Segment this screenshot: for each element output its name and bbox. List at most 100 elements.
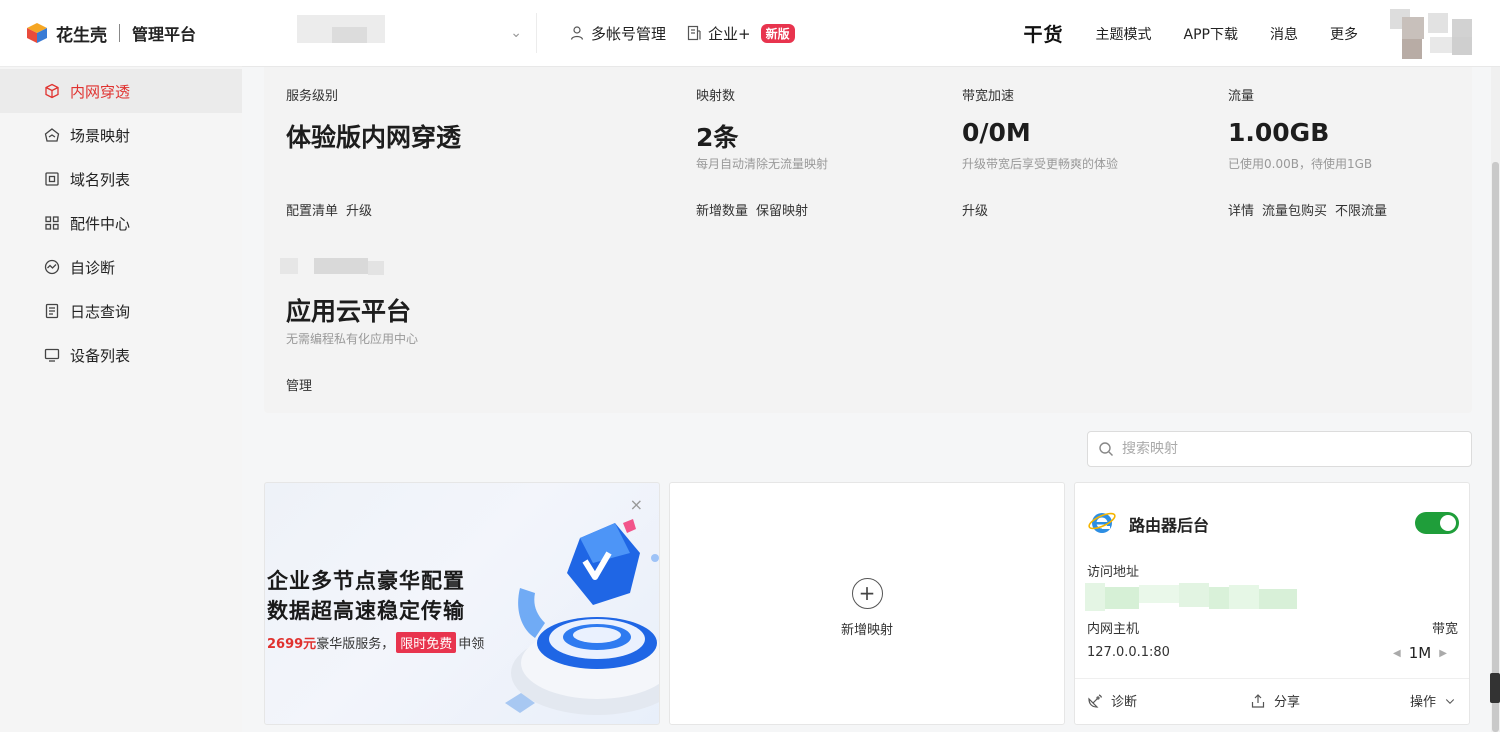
chevron-down-icon [1445, 698, 1455, 704]
bandwidth-value: 1M [1408, 644, 1432, 662]
theme-mode-link[interactable]: 主题模式 [1096, 24, 1152, 44]
mapping-search-box[interactable] [1087, 431, 1472, 467]
share-upload-icon [1251, 693, 1265, 708]
scrollbar-thumb[interactable] [1492, 162, 1499, 732]
account-name-redacted-part [332, 27, 367, 43]
promo-text: 豪华版服务， [316, 637, 395, 652]
shield-pedestal-illustration [505, 519, 659, 715]
avatar[interactable] [1390, 8, 1472, 59]
bandwidth-value: 0/0M [962, 118, 1031, 147]
toggle-knob [1440, 515, 1456, 531]
mapping-enable-toggle[interactable] [1415, 512, 1459, 534]
redacted-label [280, 258, 298, 274]
chevron-down-icon: ⌄ [510, 25, 522, 41]
search-input[interactable] [1122, 441, 1452, 457]
brand-name: 花生壳 [56, 25, 107, 46]
mapping-count-value: 2条 [696, 123, 739, 152]
sidebar-item-label: 配件中心 [70, 214, 131, 233]
access-address-redacted[interactable] [1085, 583, 1297, 611]
multi-account-label: 多帐号管理 [591, 24, 667, 43]
promo-headline-2: 数据超高速稳定传输 [267, 599, 465, 623]
diagnose-icon [44, 259, 60, 275]
sidebar-item-label: 自诊断 [70, 258, 116, 277]
user-icon [570, 26, 584, 40]
new-version-badge: 新版 [760, 23, 795, 43]
ganhuo-link[interactable]: 干货 [1024, 20, 1064, 47]
enterprise-label: 企业+ [708, 24, 751, 43]
sidebar-item-diagnose[interactable]: 自诊断 [0, 245, 242, 289]
service-level-label: 服务级别 [286, 89, 339, 104]
cube-icon [44, 83, 60, 99]
manage-link[interactable]: 管理 [286, 375, 312, 394]
upgrade-service-link[interactable]: 升级 [346, 200, 372, 219]
sidebar-nav: 内网穿透 场景映射 域名列表 配件中心 自诊断 日志查询 设备列表 [0, 67, 242, 377]
triangle-right-icon[interactable]: ▶ [1439, 648, 1447, 659]
grid-icon [44, 215, 60, 231]
intranet-host-label: 内网主机 [1087, 622, 1140, 637]
add-quantity-link[interactable]: 新增数量 [696, 200, 748, 219]
diagnose-label: 诊断 [1111, 695, 1138, 710]
bandwidth-label: 带宽 [1432, 622, 1459, 637]
config-list-link[interactable]: 配置清单 [286, 200, 338, 219]
brand-divider [119, 24, 120, 42]
sidebar-item-label: 场景映射 [70, 126, 131, 145]
bandwidth-stepper: ◀ 1M ▶ [1393, 644, 1447, 662]
sidebar-item-logs[interactable]: 日志查询 [0, 289, 242, 333]
sidebar-item-domains[interactable]: 域名列表 [0, 157, 242, 201]
traffic-actions: 详情 流量包购买 不限流量 [1228, 200, 1387, 219]
service-level-value: 体验版内网穿透 [286, 123, 462, 152]
page-scrollbar[interactable] [1491, 67, 1500, 732]
satellite-dish-icon [1088, 693, 1103, 708]
promo-banner[interactable]: × 企业多节点豪华配置 数据超高速稳定传输 2699元 豪华版服务， 限时免费 … [264, 482, 660, 725]
sidebar-item-scene[interactable]: 场景映射 [0, 113, 242, 157]
sidebar-item-devices[interactable]: 设备列表 [0, 333, 242, 377]
intranet-host-value: 127.0.0.1:80 [1087, 645, 1170, 660]
app-download-link[interactable]: APP下载 [1184, 24, 1238, 44]
more-link[interactable]: 更多 [1330, 24, 1358, 44]
sidebar: 花生壳 管理平台 内网穿透 场景映射 域名列表 配件中心 自诊断 日志查询 设备… [0, 0, 242, 732]
keep-mapping-link[interactable]: 保留映射 [756, 200, 808, 219]
search-icon [1099, 442, 1113, 456]
sidebar-item-intranet[interactable]: 内网穿透 [0, 69, 242, 113]
service-level-actions: 配置清单 升级 [286, 200, 372, 219]
mapping-count-actions: 新增数量 保留映射 [696, 200, 808, 219]
promo-headline-1: 企业多节点豪华配置 [267, 569, 465, 593]
close-icon[interactable]: × [630, 495, 643, 514]
sidebar-item-label: 设备列表 [70, 346, 131, 365]
traffic-details-link[interactable]: 详情 [1228, 200, 1254, 219]
house-icon [44, 127, 60, 143]
buy-traffic-pack-link[interactable]: 流量包购买 [1262, 200, 1327, 219]
sidebar-item-label: 域名列表 [70, 170, 131, 189]
top-right-links: 干货 主题模式 APP下载 消息 更多 [1024, 0, 1500, 67]
traffic-label: 流量 [1228, 89, 1255, 104]
peanut-cube-logo-icon [27, 23, 47, 43]
bandwidth-note: 升级带宽后享受更畅爽的体验 [962, 157, 1119, 171]
cloud-platform-value: 应用云平台 [286, 297, 412, 326]
building-icon [687, 25, 701, 41]
upgrade-bandwidth-link[interactable]: 升级 [962, 200, 988, 219]
mapping-count-note: 每月自动清除无流量映射 [696, 157, 829, 171]
account-selector[interactable]: ⌄ [262, 13, 537, 53]
side-handle[interactable] [1490, 673, 1500, 703]
brand-subtitle: 管理平台 [132, 25, 197, 44]
sidebar-item-label: 内网穿透 [70, 82, 131, 101]
log-icon [44, 303, 60, 319]
logo-area[interactable]: 花生壳 管理平台 [0, 0, 242, 67]
sidebar-item-accessories[interactable]: 配件中心 [0, 201, 242, 245]
promo-tag: 限时免费 [396, 632, 457, 653]
share-button[interactable]: 分享 [1250, 691, 1300, 710]
mapping-title: 路由器后台 [1129, 516, 1210, 535]
plus-icon: + [851, 577, 883, 609]
top-bar: ⌄ 多帐号管理 企业+ 新版 干货 主题模式 APP下载 消息 更多 [242, 0, 1500, 67]
add-mapping-card[interactable]: + 新增映射 [669, 482, 1065, 725]
operate-dropdown[interactable]: 操作 [1410, 691, 1456, 710]
monitor-icon [44, 347, 60, 363]
triangle-left-icon[interactable]: ◀ [1393, 648, 1401, 659]
multi-account-link[interactable]: 多帐号管理 [569, 23, 666, 44]
messages-link[interactable]: 消息 [1270, 24, 1298, 44]
diagnose-button[interactable]: 诊断 [1087, 691, 1137, 710]
promo-text-end: 申领 [458, 637, 485, 652]
enterprise-link[interactable]: 企业+ 新版 [686, 23, 795, 44]
cloud-platform-note: 无需编程私有化应用中心 [286, 332, 419, 346]
unlimited-traffic-link[interactable]: 不限流量 [1335, 200, 1387, 219]
